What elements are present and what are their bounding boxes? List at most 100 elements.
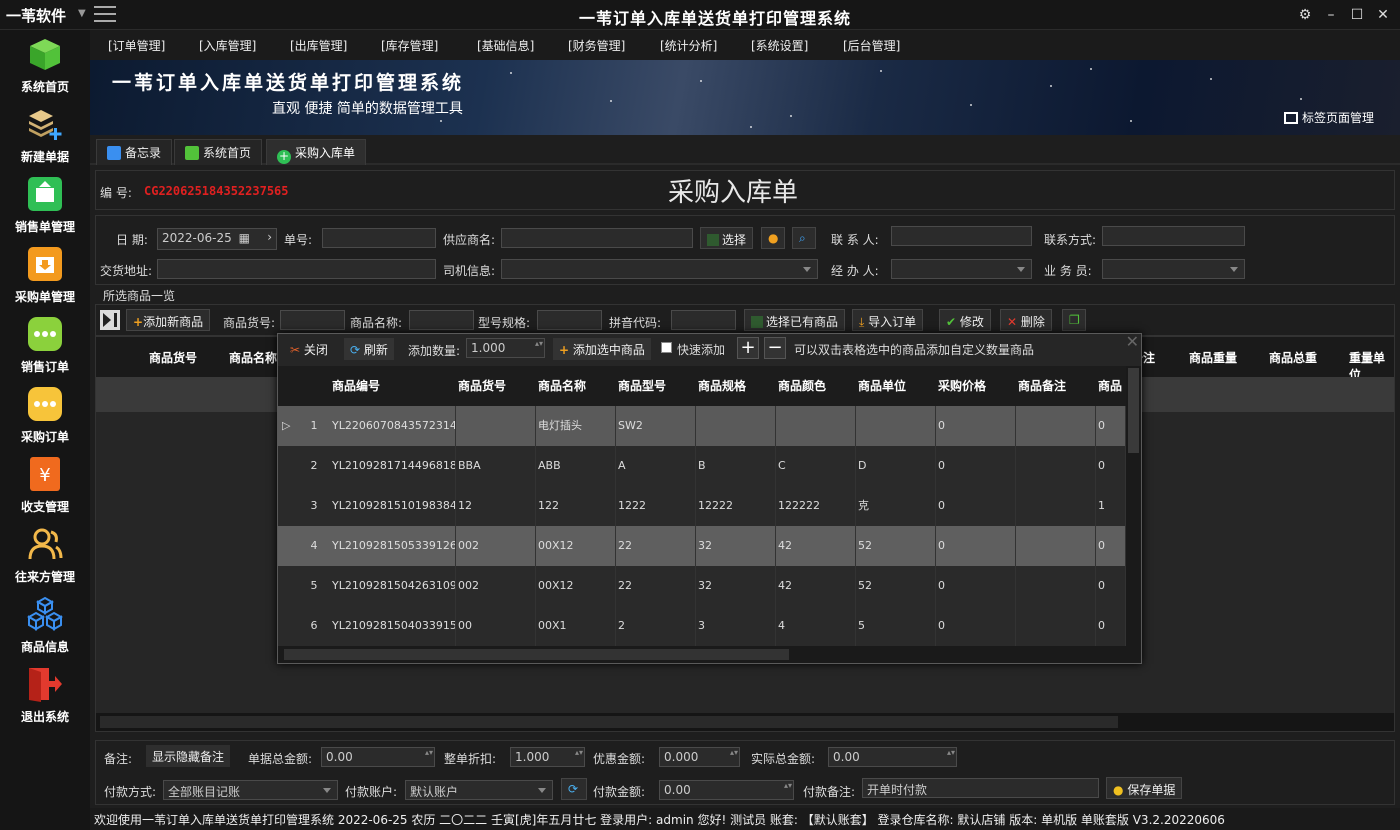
toggle-remark-button[interactable]: 显示隐藏备注 xyxy=(146,745,231,767)
table-cell[interactable]: SW2 xyxy=(616,406,696,446)
date-field[interactable]: 2022-06-25 ▦ › xyxy=(157,228,277,250)
handler-select[interactable] xyxy=(891,259,1032,279)
table-cell[interactable]: 12 xyxy=(456,486,536,526)
table-cell[interactable]: 00X12 xyxy=(536,566,616,606)
table-cell[interactable]: 1222 xyxy=(616,486,696,526)
table-cell[interactable] xyxy=(1016,526,1096,566)
table-cell[interactable]: BBA xyxy=(456,446,536,486)
table-cell[interactable]: 22 xyxy=(616,526,696,566)
driver-select[interactable] xyxy=(501,259,818,279)
pay-remark-input[interactable]: 开单时付款 xyxy=(862,778,1099,798)
table-cell[interactable]: 00X12 xyxy=(536,526,616,566)
table-cell[interactable]: 0 xyxy=(936,566,1016,606)
pay-method-select[interactable]: 全部账目记账 xyxy=(163,780,338,800)
salesman-select[interactable] xyxy=(1102,259,1245,279)
table-cell[interactable]: 002 xyxy=(456,566,536,606)
sidebar-item-sales-order[interactable]: 销售订单 xyxy=(0,310,90,380)
column-header[interactable]: 商品编号 xyxy=(330,366,456,406)
collapse-panel-icon[interactable] xyxy=(100,310,120,330)
table-cell[interactable]: 1 xyxy=(1096,486,1126,526)
table-cell[interactable]: 002 xyxy=(456,526,536,566)
table-cell[interactable] xyxy=(1016,486,1096,526)
menu-basic-info[interactable]: [基础信息] xyxy=(477,37,534,54)
tab-purchase-inbound[interactable]: + 采购入库单 xyxy=(266,139,367,165)
table-cell[interactable]: 0 xyxy=(1096,406,1126,446)
sidebar-item-home[interactable]: 系统首页 xyxy=(0,30,90,100)
table-row[interactable]: 5YL21092815042631098300200X122232425200 xyxy=(278,566,1126,606)
table-cell[interactable]: YL210928150403391501 xyxy=(330,606,456,646)
table-cell[interactable]: 0 xyxy=(936,446,1016,486)
table-cell[interactable]: YL210928151019838435 xyxy=(330,486,456,526)
add-selected-button[interactable]: + 添加选中商品 xyxy=(553,338,651,360)
goods-code-input[interactable] xyxy=(280,310,345,330)
quick-add-checkbox[interactable] xyxy=(661,342,672,353)
table-cell[interactable]: 42 xyxy=(776,526,856,566)
table-cell[interactable]: ABB xyxy=(536,446,616,486)
table-cell[interactable]: YL210928171449681810 xyxy=(330,446,456,486)
refresh-button[interactable]: ⟳ 刷新 xyxy=(344,338,394,360)
menu-settings[interactable]: [系统设置] xyxy=(751,37,808,54)
table-cell[interactable]: 122 xyxy=(536,486,616,526)
table-cell[interactable]: 0 xyxy=(936,406,1016,446)
sidebar-item-exit[interactable]: 退出系统 xyxy=(0,660,90,730)
goods-picker-table[interactable]: 商品编号 商品货号 商品名称 商品型号 商品规格 商品颜色 商品单位 采购价格 … xyxy=(278,366,1126,646)
table-cell[interactable]: 12222 xyxy=(696,486,776,526)
settings-gear-icon[interactable]: ⚙ xyxy=(1294,4,1316,26)
column-header[interactable]: 采购价格 xyxy=(936,366,1016,406)
import-order-button[interactable]: ⤓ 导入订单 xyxy=(852,309,924,331)
table-cell[interactable] xyxy=(1016,566,1096,606)
table-cell[interactable]: YL210928150533912664 xyxy=(330,526,456,566)
scrollbar-thumb[interactable] xyxy=(1128,368,1139,453)
calendar-icon[interactable]: ▦ xyxy=(239,231,250,245)
chevron-right-icon[interactable]: › xyxy=(267,230,272,244)
minimize-icon[interactable]: – xyxy=(1320,4,1342,26)
menu-orders[interactable]: [订单管理] xyxy=(108,37,165,54)
table-cell[interactable]: 0 xyxy=(1096,446,1126,486)
column-header[interactable]: 商品颜色 xyxy=(776,366,856,406)
table-cell[interactable] xyxy=(1016,406,1096,446)
table-cell[interactable] xyxy=(856,406,936,446)
popup-close-icon[interactable]: ✕ xyxy=(1126,332,1139,351)
sidebar-item-sales-doc[interactable]: 销售单管理 xyxy=(0,170,90,240)
table-cell[interactable]: 122222 xyxy=(776,486,856,526)
column-header[interactable]: 商品总重 xyxy=(1269,349,1317,366)
sidebar-item-new-doc[interactable]: 新建单据 xyxy=(0,100,90,170)
spec-input[interactable] xyxy=(537,310,602,330)
column-header[interactable]: 商品 xyxy=(1096,366,1126,406)
sidebar-item-partners[interactable]: 往来方管理 xyxy=(0,520,90,590)
horizontal-scrollbar[interactable] xyxy=(96,713,1394,731)
address-input[interactable] xyxy=(157,259,436,279)
table-cell[interactable]: D xyxy=(856,446,936,486)
table-row[interactable]: 4YL21092815053391266400200X122232425200 xyxy=(278,526,1126,566)
maximize-icon[interactable]: ☐ xyxy=(1346,4,1368,26)
table-cell[interactable]: 3 xyxy=(696,606,776,646)
select-supplier-button[interactable]: 选择 xyxy=(700,227,754,249)
table-cell[interactable]: 22 xyxy=(616,566,696,606)
column-header[interactable]: 商品货号 xyxy=(149,349,197,366)
preferential-input[interactable]: 0.000 xyxy=(659,747,740,767)
copy-icon[interactable]: ❐ xyxy=(1062,309,1086,331)
table-cell[interactable]: YL210928150426310983 xyxy=(330,566,456,606)
scrollbar-thumb[interactable] xyxy=(100,716,1118,728)
scrollbar-thumb[interactable] xyxy=(284,649,789,660)
table-cell[interactable]: 克 xyxy=(856,486,936,526)
pay-amount-input[interactable]: 0.00 xyxy=(659,780,794,800)
table-cell[interactable]: 52 xyxy=(856,566,936,606)
sidebar-item-purchase-doc[interactable]: 采购单管理 xyxy=(0,240,90,310)
discount-input[interactable]: 1.000 xyxy=(510,747,585,767)
table-cell[interactable] xyxy=(1016,606,1096,646)
table-row[interactable]: ▷ 1 YL220607084357231409 电灯插头SW2 0 0 xyxy=(278,406,1126,446)
tab-manager-link[interactable]: 标签页面管理 xyxy=(1283,109,1374,126)
menu-finance[interactable]: [财务管理] xyxy=(568,37,625,54)
table-cell[interactable]: 电灯插头 xyxy=(536,406,616,446)
column-header[interactable]: 商品名称 xyxy=(229,349,277,366)
table-cell[interactable]: 0 xyxy=(936,606,1016,646)
table-cell[interactable]: 00X1 xyxy=(536,606,616,646)
increment-icon[interactable]: + xyxy=(737,337,759,359)
contact-method-input[interactable] xyxy=(1102,226,1245,246)
table-cell[interactable]: 4 xyxy=(776,606,856,646)
table-cell[interactable]: 00 xyxy=(456,606,536,646)
sidebar-item-purchase-order[interactable]: 采购订单 xyxy=(0,380,90,450)
modify-button[interactable]: ✔ 修改 xyxy=(939,309,991,331)
table-cell[interactable] xyxy=(776,406,856,446)
